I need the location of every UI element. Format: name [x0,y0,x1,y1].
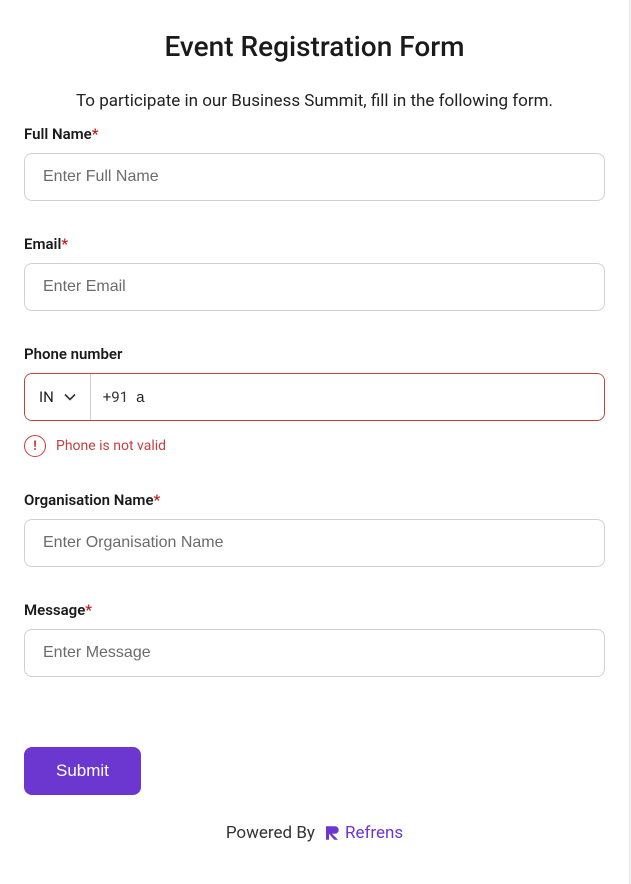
organisation-label-text: Organisation Name [24,491,154,509]
phone-error: ! Phone is not valid [24,435,605,457]
phone-error-text: Phone is not valid [56,438,166,454]
field-organisation: Organisation Name* [24,491,605,567]
email-label-text: Email [24,235,61,253]
phone-country-select[interactable]: IN [25,374,91,420]
message-input[interactable] [24,629,605,677]
required-star: * [61,235,68,253]
email-label: Email* [24,235,605,253]
field-phone: Phone number IN +91 ! Phone is not valid [24,345,605,457]
footer: Powered By Refrens [24,823,605,843]
organisation-label: Organisation Name* [24,491,605,509]
submit-button[interactable]: Submit [24,747,141,795]
chevron-down-icon [64,393,76,401]
error-icon: ! [24,435,46,457]
phone-country-code: IN [39,388,54,406]
phone-input[interactable] [136,389,592,406]
fullname-label: Full Name* [24,125,605,143]
form-title: Event Registration Form [24,30,605,63]
phone-wrapper: IN +91 [24,373,605,421]
brand-link[interactable]: Refrens [323,823,403,843]
phone-dial-prefix: +91 [103,388,128,406]
required-star: * [92,125,99,143]
email-input[interactable] [24,263,605,311]
message-label: Message* [24,601,605,619]
fullname-label-text: Full Name [24,125,92,143]
phone-label: Phone number [24,345,605,363]
brand-name: Refrens [345,823,403,843]
powered-by-text: Powered By [226,823,315,843]
required-star: * [154,491,161,509]
field-email: Email* [24,235,605,311]
message-label-text: Message [24,601,85,619]
brand-logo-icon [323,824,341,842]
form-subtitle: To participate in our Business Summit, f… [24,91,605,111]
fullname-input[interactable] [24,153,605,201]
organisation-input[interactable] [24,519,605,567]
phone-number-area: +91 [91,374,604,420]
field-message: Message* [24,601,605,677]
field-fullname: Full Name* [24,125,605,201]
required-star: * [85,601,92,619]
